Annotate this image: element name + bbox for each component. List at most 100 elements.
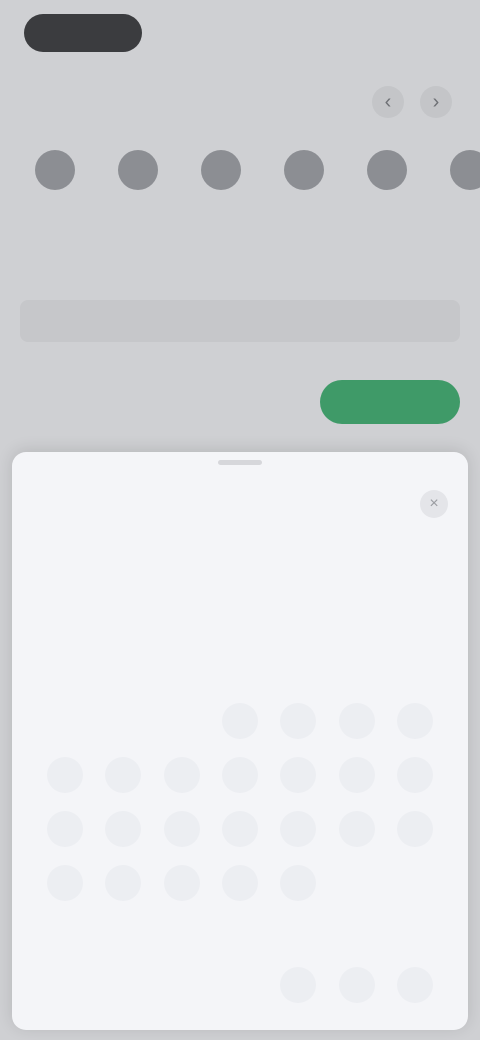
calendar-day-number — [222, 967, 258, 1003]
calendar-day[interactable] — [269, 958, 327, 1012]
calendar-day-number — [105, 757, 142, 793]
calendar-day[interactable] — [36, 802, 94, 856]
month-days-grid — [36, 640, 444, 910]
calendar-day-number — [105, 811, 142, 847]
calendar-day-number — [47, 865, 84, 901]
calendar-day[interactable] — [269, 802, 327, 856]
calendar-day[interactable] — [327, 748, 385, 802]
date-chip-day — [450, 150, 480, 190]
calendar-day — [36, 694, 94, 748]
date-chip-day — [201, 150, 241, 190]
weekday-header — [36, 558, 444, 578]
calendar-day[interactable] — [211, 802, 269, 856]
calendar-day-number — [396, 757, 433, 793]
calendar-day-number — [47, 757, 84, 793]
calendar-day-number — [164, 703, 200, 739]
calendar-day-number — [47, 649, 83, 685]
calendar-day[interactable] — [153, 856, 211, 910]
date-chip[interactable] — [186, 140, 256, 230]
calendar-day-number — [338, 811, 375, 847]
weekday-label — [339, 558, 383, 578]
calendar-day-number — [47, 811, 84, 847]
sheet-drag-handle[interactable] — [218, 460, 262, 465]
calendar-day-number — [221, 703, 258, 739]
calendar-day[interactable] — [386, 694, 444, 748]
chevron-left-icon[interactable]: ‹ — [372, 86, 404, 118]
calendar-day-number — [339, 649, 375, 685]
calendar-day-number — [163, 865, 200, 901]
weekday-label — [400, 558, 444, 578]
calendar-day-number — [338, 757, 375, 793]
calendar-day-number — [221, 811, 258, 847]
calendar-day-number — [396, 703, 433, 739]
calendar-day[interactable] — [386, 748, 444, 802]
calendar-empty-cell — [153, 958, 211, 1012]
calendar-day[interactable] — [269, 694, 327, 748]
calendar-day[interactable] — [386, 802, 444, 856]
calendar-empty-cell — [36, 958, 94, 1012]
calendar-day[interactable] — [36, 856, 94, 910]
calendar-day[interactable] — [327, 958, 385, 1012]
date-chip[interactable] — [269, 140, 339, 230]
section-title-row: ‹ › — [20, 84, 460, 120]
date-chip-day — [367, 150, 407, 190]
calendar-day-number — [221, 757, 258, 793]
calendar-day — [94, 694, 152, 748]
calendar-day[interactable] — [153, 802, 211, 856]
calendar-day-number — [164, 649, 200, 685]
calendar-day — [153, 640, 211, 694]
calendar-day-number — [47, 703, 83, 739]
app-header — [20, 10, 460, 54]
calendar-day[interactable] — [94, 748, 152, 802]
calendar-day-number — [280, 649, 316, 685]
calendar-day[interactable] — [211, 856, 269, 910]
calendar-day[interactable] — [327, 694, 385, 748]
calendar-day-number — [164, 967, 200, 1003]
calendar-day-number — [105, 703, 141, 739]
screen: ‹ › × — [0, 0, 480, 1040]
close-icon[interactable]: × — [420, 490, 448, 518]
calendar-day[interactable] — [94, 802, 152, 856]
weekday-label — [157, 558, 201, 578]
calendar-day-number — [280, 811, 317, 847]
date-chip[interactable] — [20, 140, 90, 230]
calendar-day-number — [105, 649, 141, 685]
book-button[interactable] — [320, 380, 460, 424]
date-picker-sheet: × — [12, 452, 468, 1030]
date-chip[interactable] — [435, 140, 480, 230]
calendar-empty-cell — [94, 640, 152, 694]
calendar-day[interactable] — [94, 856, 152, 910]
calendar-day[interactable] — [36, 748, 94, 802]
calendar-day-number — [222, 649, 258, 685]
app-logo[interactable] — [24, 14, 142, 52]
date-chip[interactable] — [352, 140, 422, 230]
calendar-day-number — [396, 967, 433, 1003]
chevron-right-icon[interactable]: › — [420, 86, 452, 118]
calendar-empty-cell — [36, 640, 94, 694]
calendar-day[interactable] — [386, 958, 444, 1012]
calendar-day[interactable] — [269, 856, 327, 910]
calendar-day[interactable] — [153, 748, 211, 802]
date-chip[interactable] — [103, 140, 173, 230]
date-chip-day — [284, 150, 324, 190]
weekday-label — [97, 558, 141, 578]
calendar-day-number — [280, 865, 317, 901]
info-note — [20, 300, 460, 342]
calendar-empty-cell — [211, 958, 269, 1012]
calendar-day[interactable] — [269, 748, 327, 802]
calendar-day-number — [163, 811, 200, 847]
calendar-day — [327, 640, 385, 694]
calendar-day-number — [397, 649, 433, 685]
calendar-empty-cell — [94, 958, 152, 1012]
calendar-day-number — [105, 865, 142, 901]
date-chip-day — [118, 150, 158, 190]
calendar-day[interactable] — [211, 694, 269, 748]
calendar-day[interactable] — [211, 748, 269, 802]
calendar-day[interactable] — [327, 802, 385, 856]
weekday-label — [218, 558, 262, 578]
calendar-day[interactable] — [153, 694, 211, 748]
weekday-label — [36, 558, 80, 578]
calendar-day-number — [338, 703, 375, 739]
total-row — [20, 362, 460, 442]
calendar-day-number — [280, 967, 317, 1003]
